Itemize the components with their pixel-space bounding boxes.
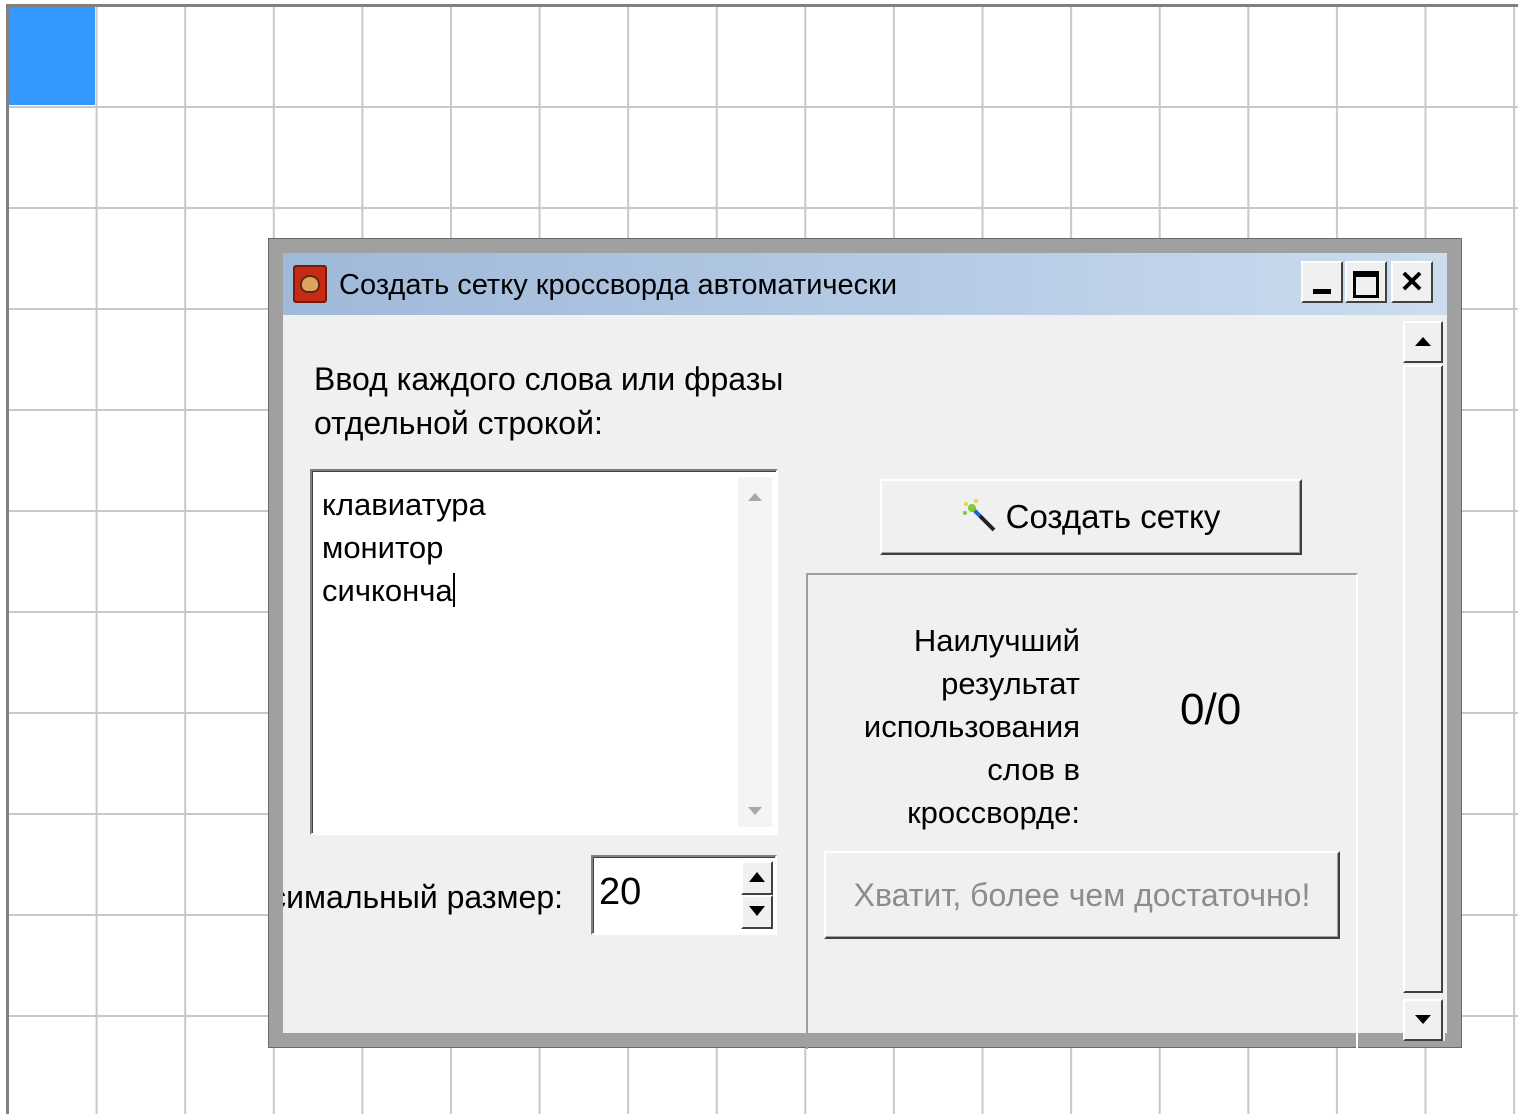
- text-caret: [452, 573, 455, 607]
- word-line: клавиатура: [322, 487, 486, 522]
- title-bar[interactable]: Создать сетку кроссворда автоматически ✕: [283, 253, 1447, 315]
- minimize-button[interactable]: [1301, 261, 1343, 303]
- dialog-body: Создать сетку кроссворда автоматически ✕…: [283, 253, 1447, 1049]
- scroll-down-button[interactable]: [1403, 999, 1443, 1041]
- arrow-up-icon: [1415, 337, 1431, 346]
- textarea-scrollbar: [738, 477, 772, 827]
- scroll-up-button[interactable]: [1403, 321, 1443, 363]
- arrow-down-icon: [749, 906, 765, 916]
- maximize-button[interactable]: [1345, 261, 1387, 303]
- auto-grid-dialog: Создать сетку кроссворда автоматически ✕…: [268, 238, 1462, 1049]
- word-line: сичконча: [322, 573, 453, 608]
- score-value: 0/0: [1180, 685, 1242, 734]
- arrow-up-icon: [749, 872, 765, 882]
- create-grid-label: Создать сетку: [1005, 498, 1221, 535]
- close-icon: ✕: [1399, 266, 1425, 299]
- max-size-label: Максимальный размер:: [283, 879, 563, 915]
- spin-up-button[interactable]: [741, 861, 773, 895]
- arrow-up-icon: [748, 493, 762, 501]
- arrow-down-icon: [1415, 1015, 1431, 1024]
- words-prompt-label: Ввод каждого слова или фразы отдельной с…: [314, 361, 784, 441]
- dialog-scrollbar[interactable]: [1403, 321, 1445, 1041]
- window-title: Создать сетку кроссворда автоматически: [339, 269, 898, 301]
- stop-button[interactable]: Хватит, более чем достаточно!: [824, 851, 1340, 939]
- arrow-down-icon: [748, 807, 762, 815]
- crossword-app-icon: [293, 265, 327, 303]
- minimize-icon: [1313, 289, 1331, 294]
- max-size-value[interactable]: 20: [599, 871, 641, 914]
- scroll-thumb[interactable]: [1403, 365, 1443, 993]
- close-button[interactable]: ✕: [1391, 261, 1433, 303]
- magic-wand-icon: [962, 499, 996, 532]
- max-size-spinner[interactable]: 20: [591, 855, 777, 935]
- words-textarea[interactable]: клавиатура монитор сичконча: [310, 469, 778, 835]
- spin-down-button[interactable]: [741, 895, 773, 929]
- words-text: клавиатура монитор сичконча: [322, 483, 486, 612]
- word-line: монитор: [322, 530, 444, 565]
- selected-grid-cell[interactable]: [9, 7, 95, 105]
- best-result-label: Наилучший результат использования слов в…: [863, 623, 1080, 830]
- results-panel: Наилучший результат использования слов в…: [806, 573, 1358, 1049]
- create-grid-button[interactable]: Создать сетку: [880, 479, 1302, 555]
- maximize-icon: [1353, 271, 1379, 298]
